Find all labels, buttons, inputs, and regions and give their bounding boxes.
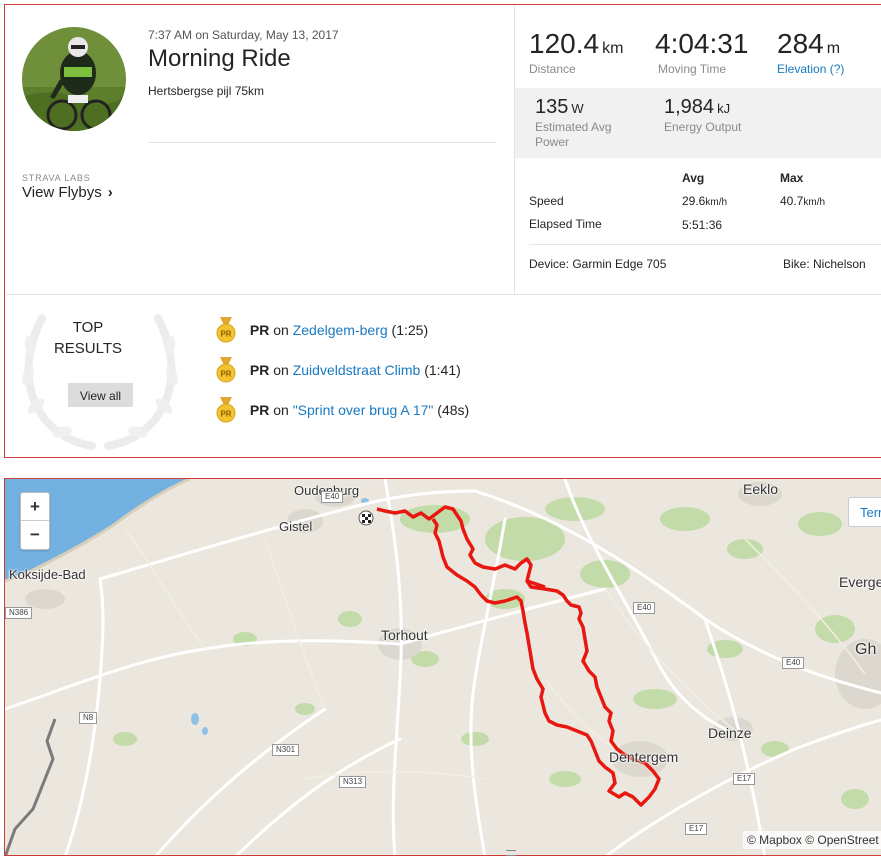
segment-time: (1:25) <box>391 322 429 338</box>
on-text: on <box>273 362 289 378</box>
segment-time: (1:41) <box>424 362 461 378</box>
road-label-e40: E40 <box>633 602 656 614</box>
power-label: Estimated Avg Power <box>535 120 612 149</box>
table-divider <box>529 244 881 245</box>
activity-description: Hertsbergse pijl 75km <box>148 84 265 98</box>
energy-value: 1,984 kJ <box>664 96 731 118</box>
device-info: Device: Garmin Edge 705 <box>529 257 667 271</box>
strava-labs-label: STRAVA LABS <box>22 173 91 183</box>
energy-label: Energy Output <box>664 120 742 134</box>
on-text: on <box>273 402 289 418</box>
speed-avg: 29.6km/h <box>682 194 728 208</box>
pr-medal-icon: PR <box>216 357 236 383</box>
segment-link-sprint-over-brug[interactable]: "Sprint over brug A 17" <box>293 402 434 418</box>
pr-badge-text: PR <box>249 402 270 418</box>
zoom-control: + − <box>20 492 50 550</box>
pr-medal-text: PR <box>220 330 231 339</box>
town-everge: Everge <box>839 574 881 590</box>
on-text: on <box>273 322 289 338</box>
elevation-help-link[interactable]: Elevation (?) <box>777 62 844 76</box>
road-label-e40: E40 <box>321 491 344 503</box>
top-results-heading: TOP RESULTS <box>53 319 123 357</box>
elapsed-time-value: 5:51:36 <box>682 218 723 232</box>
town-ghent: Gh <box>855 641 877 658</box>
town-gistel: Gistel <box>279 519 313 534</box>
zoom-out-button[interactable]: − <box>21 521 49 549</box>
road-label-n301: N301 <box>272 744 300 756</box>
view-flybys-label: View Flybys <box>22 184 102 201</box>
town-eeklo: Eeklo <box>743 481 779 497</box>
pr-medal-icon: PR <box>216 397 236 423</box>
pr-result-item: PR PR on Zuidveldstraat Climb (1:41) <box>216 357 461 383</box>
town-torhout: Torhout <box>381 627 428 643</box>
max-column-header: Max <box>780 171 804 185</box>
road-label-e17: E17 <box>733 773 756 785</box>
speed-max: 40.7km/h <box>780 194 826 208</box>
town-deinze: Deinze <box>708 725 752 741</box>
speed-label: Speed <box>529 194 564 208</box>
pr-medal-text: PR <box>220 370 231 379</box>
chevron-right-icon: › <box>107 184 113 201</box>
view-all-button[interactable]: View all <box>68 383 133 407</box>
pr-result-item: PR PR on Zedelgem-berg (1:25) <box>216 317 428 343</box>
town-dentergem: Dentergem <box>609 749 679 765</box>
road-label-e40: E40 <box>782 657 805 669</box>
section-divider <box>6 294 881 295</box>
power-value: 135 W <box>535 96 584 118</box>
road-label-e17: E17 <box>685 823 708 835</box>
elapsed-time-label: Elapsed Time <box>529 217 602 231</box>
pr-medal-icon: PR <box>216 317 236 343</box>
segment-link-zuidveldstraat-climb[interactable]: Zuidveldstraat Climb <box>293 362 421 378</box>
resize-handle[interactable] <box>506 850 516 856</box>
avg-column-header: Avg <box>682 171 705 185</box>
moving-time-label: Moving Time <box>658 62 727 76</box>
road-label-n313: N313 <box>339 776 367 788</box>
activity-datetime: 7:37 AM on Saturday, May 13, 2017 <box>148 28 339 42</box>
pr-result-item: PR PR on "Sprint over brug A 17" (48s) <box>216 397 469 423</box>
elevation-value: 284 m <box>777 28 841 59</box>
header-divider <box>148 142 496 143</box>
zoom-in-button[interactable]: + <box>21 493 49 521</box>
athlete-avatar[interactable] <box>22 27 126 131</box>
distance-label: Distance <box>529 62 576 76</box>
road-label-n8: N8 <box>79 712 98 724</box>
pr-medal-text: PR <box>220 410 231 419</box>
map-attribution[interactable]: © Mapbox © OpenStreet <box>743 831 881 849</box>
activity-title: Morning Ride <box>148 45 291 72</box>
moving-time-value: 4:04:31 <box>655 28 749 59</box>
view-flybys-link[interactable]: View Flybys › <box>22 184 113 201</box>
terrain-toggle-button[interactable]: Terr <box>848 497 881 527</box>
segment-time: (48s) <box>437 402 470 418</box>
town-koksijde-bad: Koksijde-Bad <box>9 567 86 582</box>
map-canvas[interactable] <box>5 479 881 856</box>
route-map[interactable]: Oudenburg Gistel Koksijde-Bad Torhout Ee… <box>4 478 881 856</box>
distance-value: 120.4 km <box>529 28 624 59</box>
road-label-n386: N386 <box>5 607 33 619</box>
start-flag-icon[interactable] <box>358 510 374 526</box>
bike-info: Bike: Nichelson <box>783 257 866 271</box>
segment-link-zedelgem-berg[interactable]: Zedelgem-berg <box>293 322 388 338</box>
pr-badge-text: PR <box>249 322 270 338</box>
pr-badge-text: PR <box>249 362 270 378</box>
